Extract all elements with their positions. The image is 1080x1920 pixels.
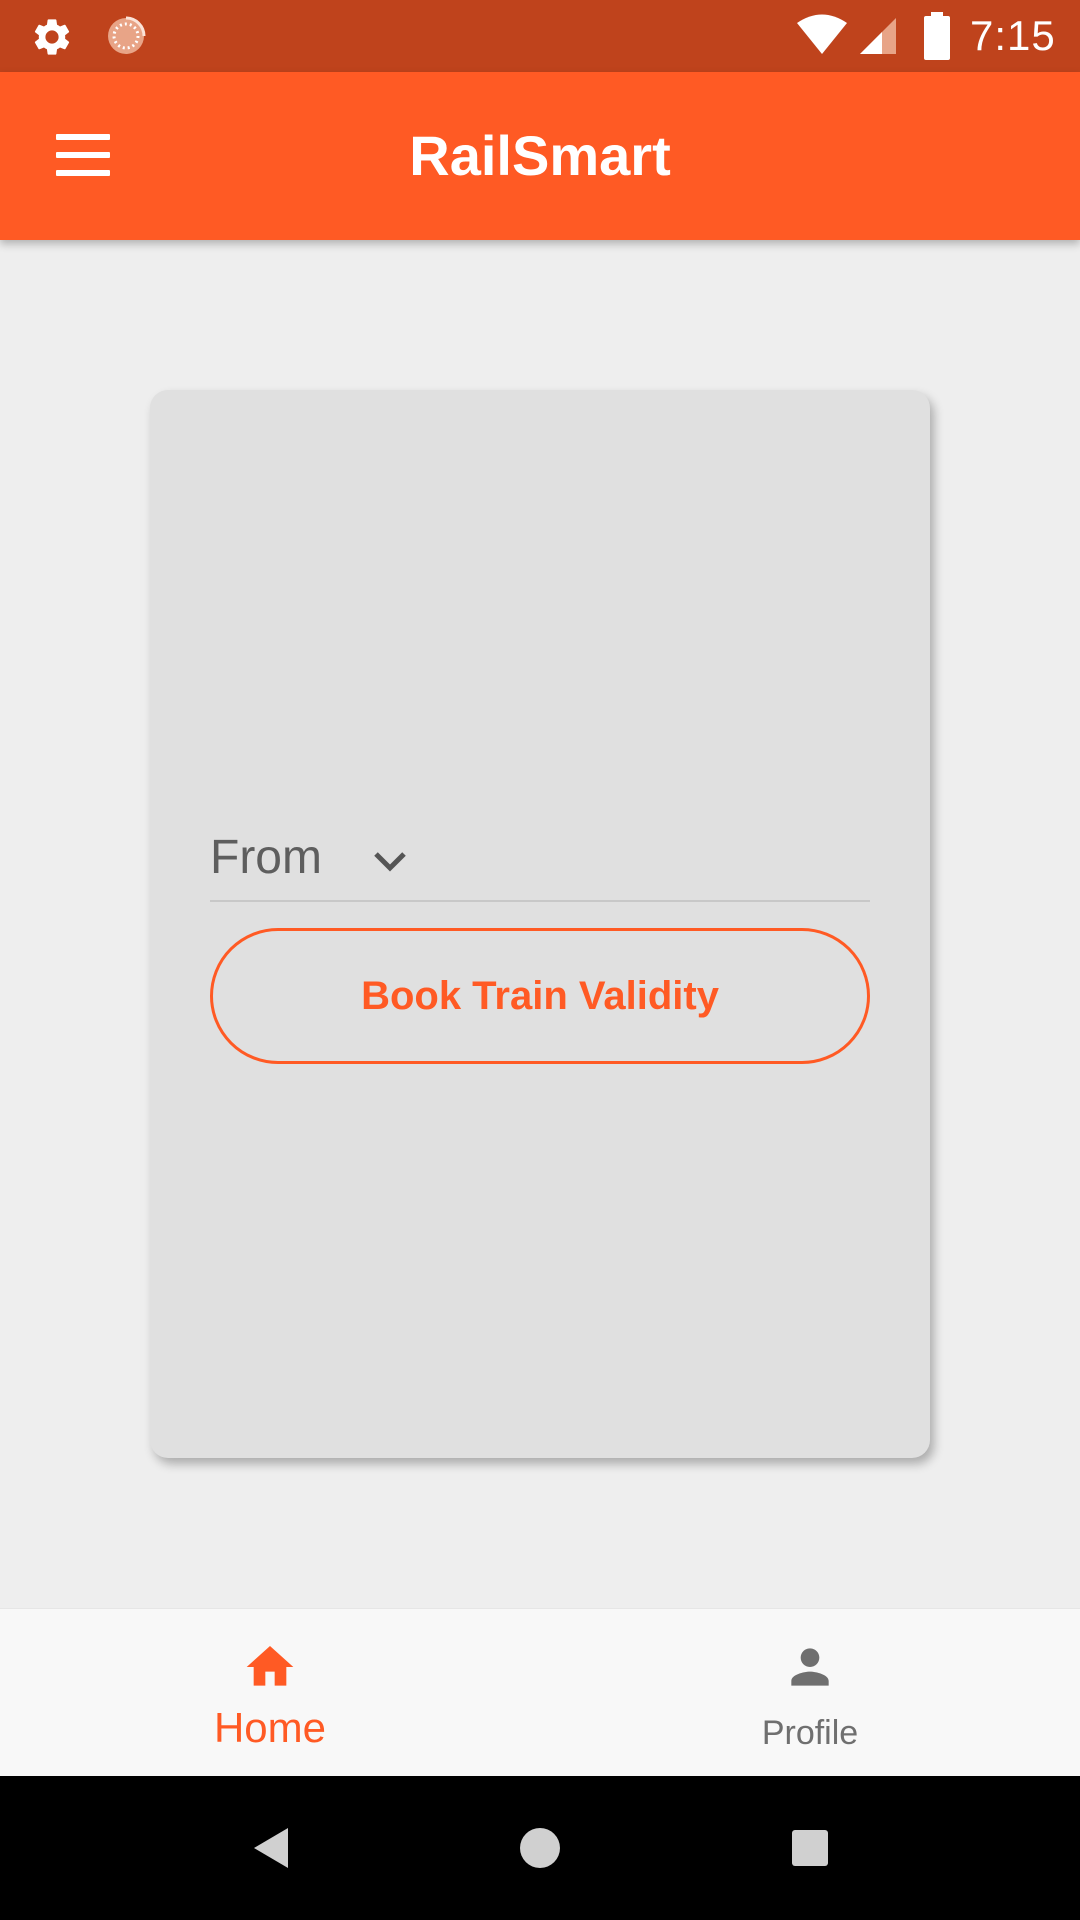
status-time: 7:15	[970, 12, 1056, 59]
home-icon	[246, 1646, 294, 1686]
bottom-navigation: Home Profile	[0, 1608, 1080, 1776]
booking-card: From Book Train Validity	[150, 390, 930, 1458]
battery-icon	[924, 12, 950, 60]
home-circle-icon[interactable]	[512, 1820, 568, 1876]
app-bar: RailSmart	[0, 72, 1080, 240]
nav-item-home[interactable]: Home	[0, 1609, 540, 1777]
nav-item-profile[interactable]: Profile	[540, 1609, 1080, 1777]
app-title: RailSmart	[409, 124, 671, 187]
back-icon[interactable]	[244, 1820, 300, 1876]
nav-label-profile: Profile	[761, 1714, 859, 1752]
status-bar: 7:15	[0, 0, 1080, 72]
sync-icon	[108, 16, 146, 54]
chevron-down-icon	[374, 852, 406, 872]
person-icon	[791, 1648, 829, 1686]
screen: 7:15 RailSmart From Book Train Validity …	[0, 0, 1080, 1920]
system-navigation-bar	[0, 1776, 1080, 1920]
from-label: From	[210, 831, 322, 884]
hamburger-menu-icon[interactable]	[44, 124, 124, 188]
wifi-icon	[797, 14, 847, 54]
signal-icon	[860, 18, 896, 54]
recents-icon[interactable]	[782, 1820, 838, 1876]
from-dropdown[interactable]: From	[210, 810, 870, 902]
gear-icon	[34, 19, 70, 55]
book-train-validity-button[interactable]: Book Train Validity	[210, 928, 870, 1064]
nav-label-home: Home	[213, 1704, 327, 1751]
